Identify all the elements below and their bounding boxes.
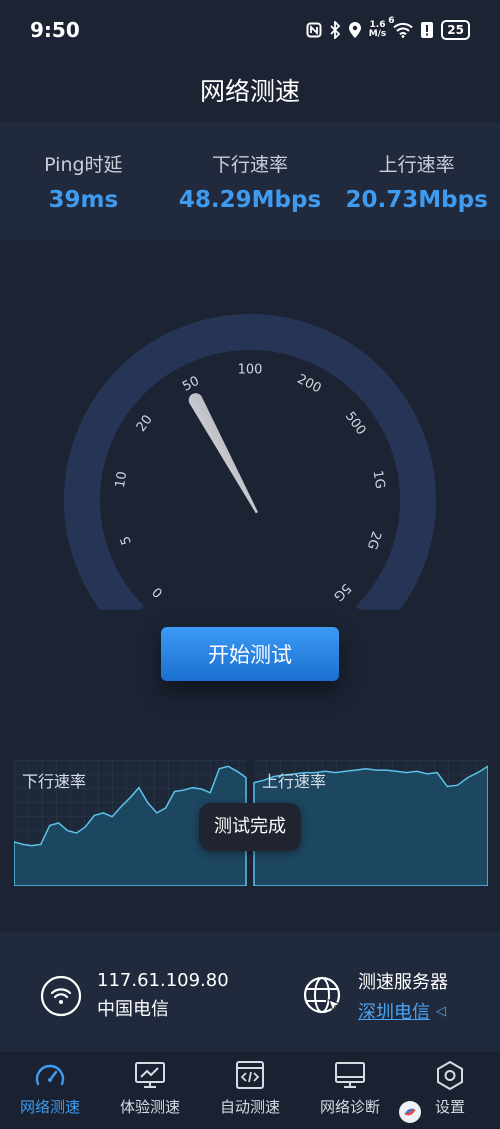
globe-cursor-icon xyxy=(303,976,342,1014)
speed-stats: Ping时延 39ms 下行速率 48.29Mbps 上行速率 20.73Mbp… xyxy=(0,122,500,240)
tab-label: 自动测速 xyxy=(219,1098,280,1116)
ip-address: 117.61.109.80 xyxy=(97,970,229,991)
server-title: 测速服务器 xyxy=(358,972,448,993)
tab-label: 体验测速 xyxy=(119,1098,180,1116)
wifi-6-badge: 6 xyxy=(388,16,395,26)
tab-label: 网络诊断 xyxy=(319,1098,380,1116)
gauge-tick-labels: 0 5 10 20 50 100 200 500 1G 2G 5G xyxy=(113,363,387,604)
tab-experience-speed[interactable]: 体验测速 xyxy=(100,1052,200,1129)
ip-info: 117.61.109.80 中国电信 xyxy=(40,970,229,1021)
hexagon-settings-icon xyxy=(437,1060,463,1090)
upload-value: 20.73Mbps xyxy=(345,187,488,213)
monitor-chart-icon xyxy=(135,1062,165,1088)
gauge-tick-label: 20 xyxy=(134,412,156,434)
server-info[interactable]: 测速服务器 深圳电信 ◁ xyxy=(302,968,448,1024)
download-chart-label: 下行速率 xyxy=(22,772,87,791)
gauge-tick-label: 200 xyxy=(295,372,324,397)
test-complete-toast: 测试完成 xyxy=(199,803,301,851)
location-icon xyxy=(348,22,361,38)
ping-label: Ping时延 xyxy=(44,154,123,176)
server-select-link[interactable]: 深圳电信 ◁ xyxy=(358,998,448,1024)
download-stat: 下行速率 48.29Mbps xyxy=(167,122,334,240)
start-test-button[interactable]: 开始测试 xyxy=(161,627,339,681)
needle-pointer xyxy=(188,393,258,514)
network-speed-indicator: 1.6 M/s xyxy=(369,21,387,39)
code-window-icon xyxy=(236,1061,264,1089)
upload-chart-label: 上行速率 xyxy=(262,772,327,791)
page-title: 网络测速 xyxy=(199,77,300,106)
gauge-tick-label: 5 xyxy=(118,534,135,547)
tab-auto-speed[interactable]: 自动测速 xyxy=(200,1052,300,1129)
tab-label: 网络测速 xyxy=(19,1098,80,1116)
gauge-tick-label: 5G xyxy=(330,580,354,604)
tab-label: 设置 xyxy=(434,1098,465,1116)
gauge-tick-label: 500 xyxy=(342,409,369,438)
battery-indicator: 25 xyxy=(441,20,470,40)
network-info-panel: 117.61.109.80 中国电信 测速服务器 深圳电信 ◁ xyxy=(0,932,500,1052)
gauge-needle xyxy=(188,393,258,514)
caret-left-icon[interactable]: ◁ xyxy=(436,1004,446,1019)
tab-network-speed[interactable]: 网络测速 xyxy=(0,1052,100,1129)
speedometer-gauge: 0 5 10 20 50 100 200 500 1G 2G 5G xyxy=(64,314,436,610)
net-speed-unit: M/s xyxy=(368,29,387,39)
wifi-icon xyxy=(393,22,413,38)
upload-label: 上行速率 xyxy=(378,154,455,176)
ping-stat: Ping时延 39ms xyxy=(0,122,167,240)
speedometer-icon xyxy=(35,1064,65,1086)
gauge-tick-label: 1G xyxy=(370,469,388,489)
gauge-tick-label: 10 xyxy=(113,470,130,489)
upload-stat: 上行速率 20.73Mbps xyxy=(333,122,500,240)
status-time: 9:50 xyxy=(30,18,80,42)
gauge-tick-label: 2G xyxy=(364,529,384,551)
download-label: 下行速率 xyxy=(212,154,289,176)
gauge-tick-label: 0 xyxy=(150,584,166,600)
status-bar: 9:50 1.6 M/s 6 25 xyxy=(0,0,500,60)
gauge-tick-label: 50 xyxy=(180,374,202,395)
app-logo-icon xyxy=(399,1101,421,1123)
alert-icon xyxy=(421,22,434,38)
tab-network-diagnosis[interactable]: 网络诊断 xyxy=(300,1052,400,1129)
wifi-status: 6 xyxy=(388,16,413,38)
wifi-circle-icon xyxy=(40,975,82,1016)
nfc-icon xyxy=(306,22,322,38)
bottom-tab-bar: 网络测速 体验测速 自动测速 网络诊断 设置 xyxy=(0,1052,500,1129)
gauge-tick-label: 100 xyxy=(238,363,263,378)
download-value: 48.29Mbps xyxy=(178,187,322,213)
bluetooth-icon xyxy=(330,21,340,39)
status-icons: 1.6 M/s 6 25 xyxy=(306,16,470,40)
ping-value: 39ms xyxy=(48,187,119,213)
isp-name: 中国电信 xyxy=(97,999,169,1020)
server-name[interactable]: 深圳电信 xyxy=(358,998,430,1024)
monitor-icon xyxy=(335,1062,365,1088)
